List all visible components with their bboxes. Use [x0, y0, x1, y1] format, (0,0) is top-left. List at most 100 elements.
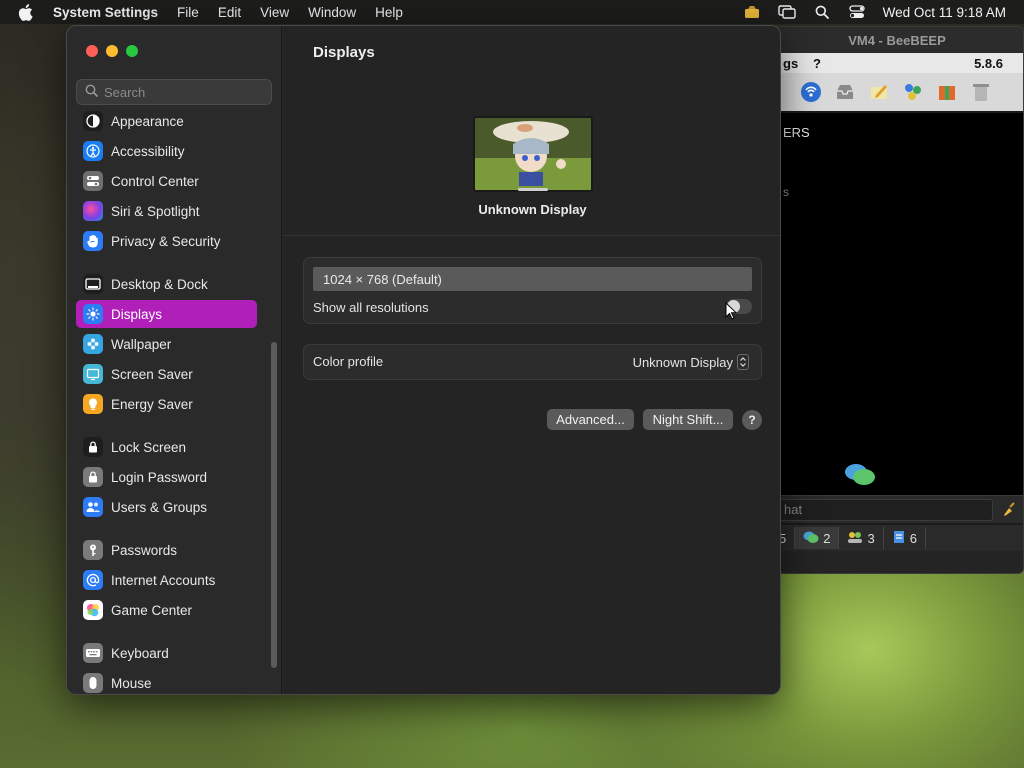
dock-icon — [83, 274, 103, 294]
search-placeholder: Search — [104, 84, 146, 100]
sidebar-item-game-center[interactable]: Game Center — [76, 596, 257, 624]
lock-icon — [83, 467, 103, 487]
chat-text-line: ERS — [783, 125, 810, 140]
sidebar-item-mouse[interactable]: Mouse — [76, 669, 257, 694]
sidebar-item-label: Energy Saver — [111, 396, 193, 412]
sidebar-item-internet-accounts[interactable]: Internet Accounts — [76, 566, 257, 594]
page-title: Displays — [313, 44, 375, 61]
sidebar-item-label: Keyboard — [111, 645, 169, 661]
notes-icon[interactable] — [867, 80, 891, 104]
menubar-clock[interactable]: Wed Oct 11 9:18 AM — [883, 5, 1006, 20]
spotlight-search-icon[interactable] — [813, 5, 831, 19]
sidebar: Search Appearance Accessibility Control … — [67, 26, 282, 694]
sidebar-item-login-password[interactable]: Login Password — [76, 463, 257, 491]
close-button[interactable] — [86, 45, 98, 57]
sidebar-item-keyboard[interactable]: Keyboard — [76, 639, 257, 667]
plugins-icon[interactable] — [901, 80, 925, 104]
sidebar-item-energy-saver[interactable]: Energy Saver — [76, 390, 257, 418]
wallpaper-icon — [83, 334, 103, 354]
gifts-icon[interactable] — [935, 80, 959, 104]
search-field[interactable]: Search — [76, 79, 272, 105]
beebeep-toolbar — [771, 73, 1023, 111]
tab-groups[interactable]: 3 — [839, 527, 884, 549]
screen-mirroring-icon[interactable] — [777, 5, 796, 19]
apple-menu-icon[interactable] — [18, 3, 36, 21]
sidebar-item-wallpaper[interactable]: Wallpaper — [76, 330, 257, 358]
sidebar-item-label: Wallpaper — [111, 336, 172, 352]
sidebar-item-users-groups[interactable]: Users & Groups — [76, 493, 257, 521]
sidebar-item-label: Desktop & Dock — [111, 276, 208, 292]
keyboard-icon — [83, 643, 103, 663]
beebeep-window[interactable]: VM4 - BeeBEEP gs ? 5.8.6 ERS s hat 5 2 3… — [770, 26, 1024, 574]
color-profile-value: Unknown Display — [632, 354, 733, 370]
sidebar-item-label: Appearance — [111, 113, 184, 129]
search-icon — [85, 84, 98, 100]
menu-file[interactable]: File — [177, 5, 199, 20]
display-name-label: Unknown Display — [478, 202, 587, 217]
minimize-button[interactable] — [106, 45, 118, 57]
help-button[interactable]: ? — [742, 410, 762, 430]
sidebar-item-accessibility[interactable]: Accessibility — [76, 137, 257, 165]
advanced-button[interactable]: Advanced... — [547, 409, 634, 430]
appearance-icon — [83, 111, 103, 131]
menu-help[interactable]: Help — [375, 5, 403, 20]
beebeep-title: VM4 - BeeBEEP — [771, 27, 1023, 53]
beebeep-chat-input[interactable]: hat — [771, 499, 993, 521]
chat-bubbles-icon — [843, 461, 877, 492]
sidebar-item-lock-screen[interactable]: Lock Screen — [76, 433, 257, 461]
color-profile-popup[interactable]: Unknown Display — [633, 354, 749, 370]
sidebar-item-label: Game Center — [111, 602, 193, 618]
sidebar-item-label: Lock Screen — [111, 439, 187, 455]
sidebar-item-screen-saver[interactable]: Screen Saver — [76, 360, 257, 388]
beebeep-menu-help[interactable]: ? — [813, 56, 821, 71]
sidebar-item-label: Privacy & Security — [111, 233, 221, 249]
sidebar-item-label: Displays — [111, 306, 163, 322]
menu-view[interactable]: View — [260, 5, 289, 20]
sidebar-item-label: Screen Saver — [111, 366, 193, 382]
sidebar-item-label: Siri & Spotlight — [111, 203, 200, 219]
sidebar-item-label: Mouse — [111, 675, 152, 691]
beebeep-menu-settings[interactable]: gs — [783, 56, 798, 71]
sidebar-item-desktop-dock[interactable]: Desktop & Dock — [76, 270, 257, 298]
displays-pane: Displays Unknown Display 1024 × 768 (Def… — [283, 26, 780, 694]
beebeep-tabs: 5 2 3 6 — [771, 525, 1023, 551]
display-preview-area: Unknown Display — [283, 78, 780, 236]
beebeep-chat-area[interactable]: ERS s — [771, 113, 1023, 517]
beebeep-version: 5.8.6 — [974, 55, 1003, 71]
display-thumbnail[interactable] — [473, 116, 593, 192]
sun-icon — [83, 304, 103, 324]
control-center-icon[interactable] — [848, 5, 866, 19]
sidebar-item-control-center[interactable]: Control Center — [76, 167, 257, 195]
sidebar-item-siri-spotlight[interactable]: Siri & Spotlight — [76, 197, 257, 225]
sidebar-item-label: Login Password — [111, 469, 208, 485]
screensaver-icon — [83, 364, 103, 384]
sidebar-item-displays[interactable]: Displays — [76, 300, 257, 328]
tab-count: 3 — [867, 530, 875, 546]
menu-edit[interactable]: Edit — [218, 5, 241, 20]
resolution-list-item-selected[interactable]: 1024 × 768 (Default) — [313, 267, 752, 291]
at-icon — [83, 570, 103, 590]
clear-broom-icon[interactable] — [1001, 501, 1017, 520]
trash-icon[interactable] — [969, 80, 993, 104]
sidebar-item-passwords[interactable]: Passwords — [76, 536, 257, 564]
sidebar-scrollbar[interactable] — [271, 342, 277, 668]
sidebar-item-privacy-security[interactable]: Privacy & Security — [76, 227, 257, 255]
display-stand — [518, 188, 548, 191]
menu-app-name[interactable]: System Settings — [53, 5, 158, 20]
menu-window[interactable]: Window — [308, 5, 356, 20]
night-shift-button[interactable]: Night Shift... — [643, 409, 733, 430]
sidebar-item-label: Control Center — [111, 173, 199, 189]
sidebar-item-label: Accessibility — [111, 143, 185, 159]
window-controls — [86, 45, 138, 57]
tab-chats[interactable]: 2 — [795, 527, 840, 549]
tab-files[interactable]: 6 — [884, 527, 926, 549]
chat-icon — [803, 530, 819, 547]
beebeep-status-icon[interactable] — [743, 5, 761, 19]
control-center-icon — [83, 171, 103, 191]
inbox-icon[interactable] — [833, 80, 857, 104]
network-icon[interactable] — [799, 80, 823, 104]
tab-count: 6 — [909, 530, 917, 546]
zoom-button[interactable] — [126, 45, 138, 57]
accessibility-icon — [83, 141, 103, 161]
sidebar-item-appearance[interactable]: Appearance — [76, 107, 257, 135]
